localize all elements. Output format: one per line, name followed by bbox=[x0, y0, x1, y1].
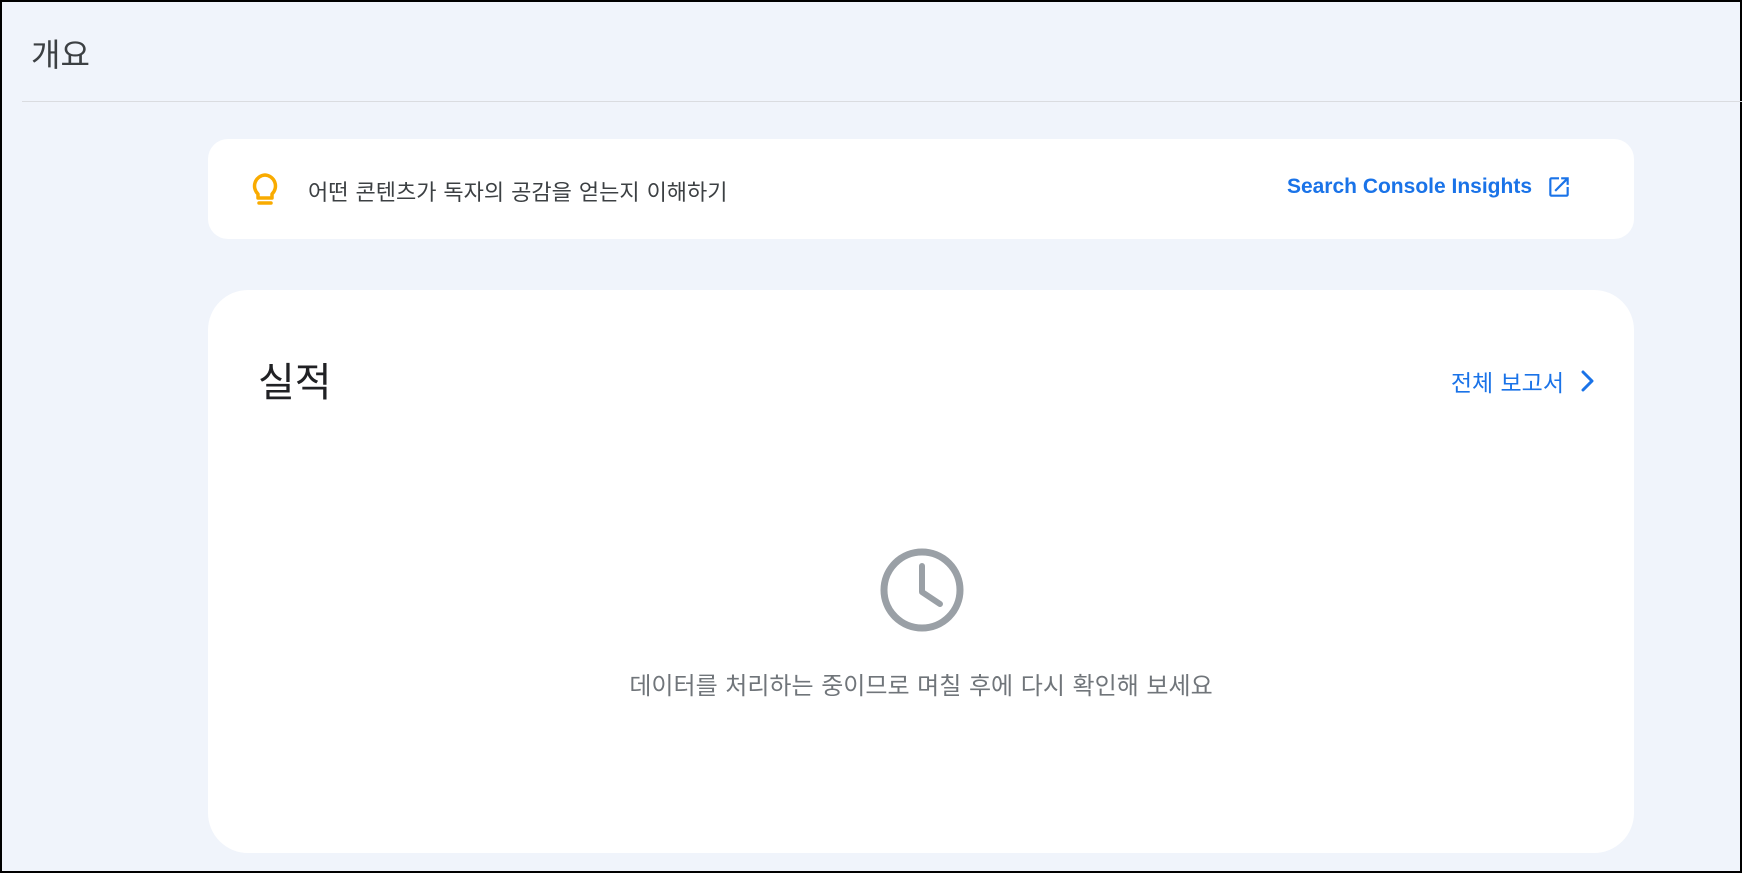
chevron-right-icon bbox=[1581, 370, 1594, 392]
open-in-new-icon bbox=[1549, 177, 1569, 197]
page-title: 개요 bbox=[31, 36, 90, 74]
full-report-label: 전체 보고서 bbox=[1450, 371, 1564, 397]
insights-banner: 어떤 콘텐츠가 독자의 공감을 얻는지 이해하기 Search Console … bbox=[208, 139, 1634, 239]
performance-card: 실적 전체 보고서 데이터를 처리하는 중이므로 며칠 후에 다시 확인해 보세… bbox=[208, 290, 1634, 853]
lightbulb-icon bbox=[252, 173, 278, 205]
page-header: 개요 bbox=[22, 2, 1742, 102]
search-console-insights-link[interactable]: Search Console Insights bbox=[1287, 174, 1572, 200]
performance-title: 실적 bbox=[258, 360, 332, 406]
clock-icon bbox=[880, 548, 964, 632]
insights-message: 어떤 콘텐츠가 독자의 공감을 얻는지 이해하기 bbox=[308, 181, 728, 206]
full-report-link[interactable]: 전체 보고서 bbox=[1451, 364, 1596, 398]
processing-message: 데이터를 처리하는 중이므로 며칠 후에 다시 확인해 보세요 bbox=[629, 672, 1213, 700]
insights-link-label: Search Console Insights bbox=[1286, 175, 1532, 198]
